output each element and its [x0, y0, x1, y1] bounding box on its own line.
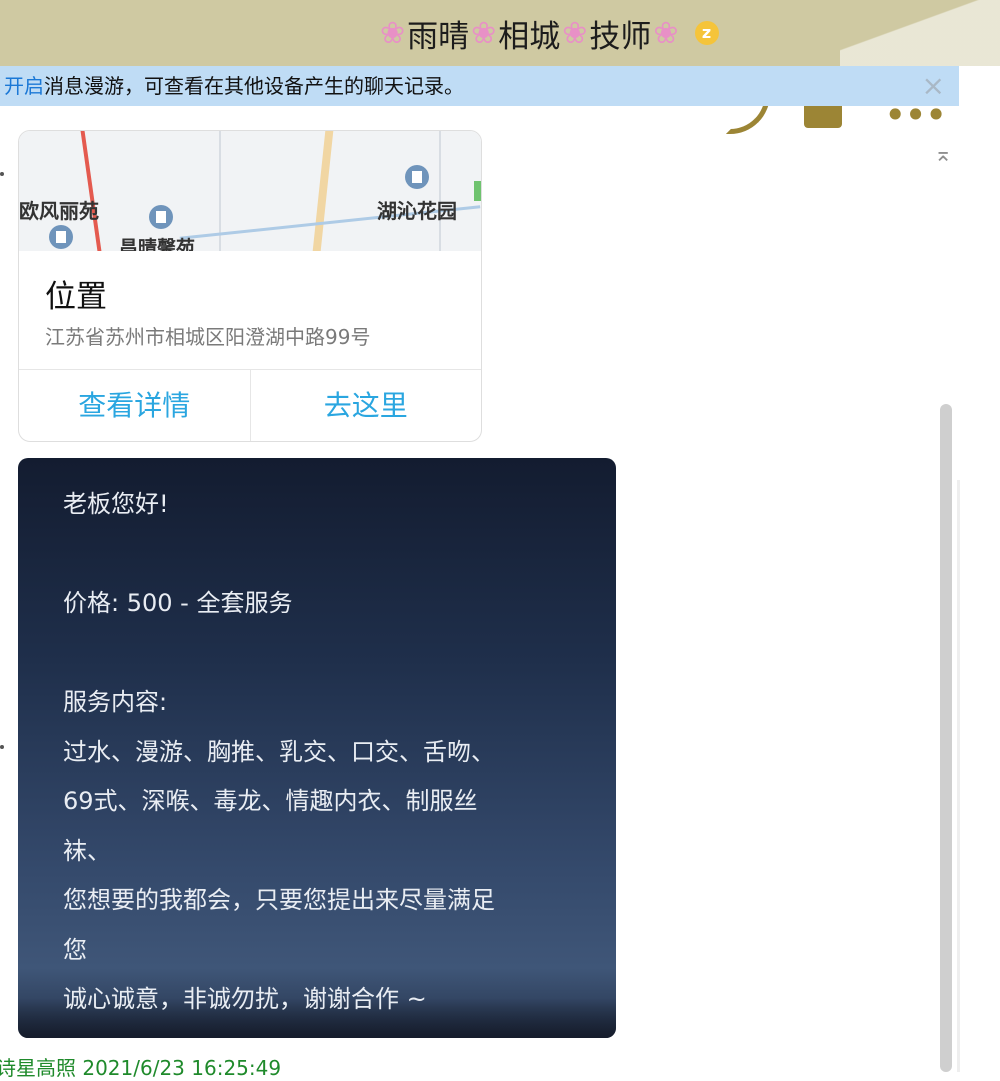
title-part-3: 技师	[589, 18, 652, 55]
chat-actions: •••	[720, 106, 960, 136]
message-line: 老板您好!	[63, 490, 169, 518]
location-title: 位置	[45, 279, 107, 315]
message-line: 69式、深喉、毒龙、情趣内衣、制服丝	[63, 787, 478, 815]
title-bar: ❀ 雨晴 ❀ 相城 ❀ 技师 ❀ z	[0, 0, 1000, 66]
message-line: 诚心诚意，非诚勿扰，谢谢合作 ~	[63, 985, 427, 1013]
view-details-button[interactable]: 查看详情	[19, 370, 250, 441]
flower-icon: ❀	[562, 15, 588, 51]
message-text: 老板您好! 价格: 500 - 全套服务 服务内容: 过水、漫游、胸推、乳交、口…	[63, 480, 573, 1025]
roaming-notice-text: 消息漫游，可查看在其他设备产生的聊天记录。	[44, 74, 464, 98]
message-line: 服务内容:	[63, 688, 168, 716]
collapse-icon[interactable]: ⌅	[934, 142, 952, 167]
map-road	[80, 131, 102, 251]
scrollbar-thumb[interactable]	[940, 404, 952, 1072]
phone-icon[interactable]	[726, 106, 770, 134]
map-label: 湖沁花园	[377, 199, 457, 223]
timeline-dot	[0, 745, 4, 749]
message-bubble[interactable]: 老板您好! 价格: 500 - 全套服务 服务内容: 过水、漫游、胸推、乳交、口…	[18, 458, 616, 1038]
flower-icon: ❀	[380, 15, 406, 51]
message-line: 袜、	[63, 836, 111, 865]
building-icon	[405, 165, 429, 189]
title-bar-decoration	[840, 0, 1000, 66]
message-line	[63, 530, 573, 580]
location-card[interactable]: 欧风丽苑 湖沁花园 昌晴馨苑 位置 江苏省苏州市相城区阳澄湖中路99号 查看详情…	[18, 130, 482, 442]
navigate-here-button[interactable]: 去这里	[249, 370, 482, 441]
sender-timestamp: 诗星高照 2021/6/23 16:25:49	[0, 1056, 282, 1080]
title-part-2: 相城	[498, 18, 561, 55]
flower-icon: ❀	[653, 15, 679, 51]
more-icon[interactable]: •••	[884, 106, 947, 134]
scrollbar-track[interactable]	[957, 480, 960, 1072]
building-icon	[49, 225, 73, 249]
roaming-notice-bar: 开启消息漫游，可查看在其他设备产生的聊天记录。 ×	[0, 66, 959, 106]
message-line: 您想要的我都会，只要您提出来尽量满足	[63, 886, 495, 914]
timeline-dot	[0, 172, 4, 176]
map-park	[474, 181, 481, 201]
message-line: 您	[63, 935, 87, 964]
status-badge-icon[interactable]: z	[694, 21, 719, 45]
map-label: 昌晴馨苑	[119, 237, 196, 251]
message-line	[63, 629, 573, 679]
close-icon[interactable]: ×	[922, 66, 945, 106]
map-road	[312, 131, 334, 251]
location-map[interactable]: 欧风丽苑 湖沁花园 昌晴馨苑	[19, 131, 481, 251]
message-line: 价格: 500 - 全套服务	[63, 589, 293, 617]
flower-icon: ❀	[471, 15, 497, 51]
location-address: 江苏省苏州市相城区阳澄湖中路99号	[45, 325, 371, 349]
screen-share-icon[interactable]	[804, 106, 842, 128]
map-label: 欧风丽苑	[19, 199, 99, 223]
map-road	[439, 131, 441, 251]
chat-title: ❀ 雨晴 ❀ 相城 ❀ 技师 ❀ z	[378, 10, 719, 56]
message-line: 过水、漫游、胸推、乳交、口交、舌吻、	[63, 737, 495, 766]
building-icon	[149, 205, 173, 229]
title-part-1: 雨晴	[407, 18, 470, 55]
location-actions: 查看详情 去这里	[19, 369, 482, 441]
enable-roaming-link[interactable]: 开启	[4, 74, 44, 98]
